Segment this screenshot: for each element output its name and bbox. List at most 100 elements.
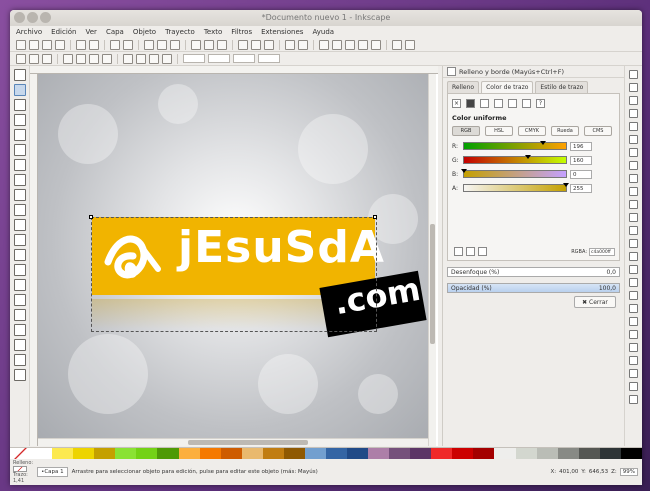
node-tool-icon[interactable] [14, 84, 26, 96]
opacity-slider[interactable]: Opacidad (%) 100,0 [447, 283, 620, 293]
menu-item-5[interactable]: Trayecto [165, 28, 195, 36]
channel-slider[interactable] [461, 169, 567, 178]
zoom-page-icon[interactable] [217, 39, 227, 50]
color-mode-3[interactable]: Rueda [551, 126, 579, 136]
slider-knob[interactable] [539, 141, 546, 145]
palette-swatch[interactable] [220, 448, 242, 459]
color-mode-4[interactable]: CMS [584, 126, 612, 136]
channel-value[interactable]: 255 [570, 183, 592, 193]
palette-swatch[interactable] [31, 448, 53, 459]
snap-toggle-icon[interactable] [629, 317, 638, 326]
selection-box[interactable] [91, 217, 377, 332]
pencil-tool-icon[interactable] [14, 219, 26, 231]
zoom-drawing-icon[interactable] [204, 39, 214, 50]
palette-swatch[interactable] [389, 448, 411, 459]
lower-icon[interactable] [149, 53, 159, 64]
rotate-cw-icon[interactable] [76, 53, 86, 64]
menu-item-0[interactable]: Archivo [16, 28, 42, 36]
tweak-tool-icon[interactable] [14, 99, 26, 111]
palette-swatch[interactable] [325, 448, 347, 459]
redo-icon[interactable] [123, 39, 133, 50]
lower-bottom-icon[interactable] [162, 53, 172, 64]
palette-swatch[interactable] [52, 448, 74, 459]
snap-toggle-icon[interactable] [629, 187, 638, 196]
text-tool-icon[interactable] [14, 264, 26, 276]
opacity-value[interactable]: 100,0 [599, 284, 616, 292]
dropper-tool-icon[interactable] [14, 354, 26, 366]
text-font-icon[interactable] [332, 39, 342, 50]
snap-toggle-icon[interactable] [629, 96, 638, 105]
menu-item-9[interactable]: Ayuda [312, 28, 334, 36]
tab-1[interactable]: Color de trazo [481, 81, 534, 93]
snap-toggle-icon[interactable] [629, 330, 638, 339]
xml-editor-icon[interactable] [358, 39, 368, 50]
unset-paint-button[interactable]: ? [536, 99, 545, 108]
flip-h-icon[interactable] [89, 53, 99, 64]
snap-toggle-icon[interactable] [629, 252, 638, 261]
w-spinbox[interactable] [233, 54, 255, 63]
ellipse-tool-icon[interactable] [14, 174, 26, 186]
palette-swatch[interactable] [515, 448, 537, 459]
palette-swatch[interactable] [304, 448, 326, 459]
palette-swatch[interactable] [473, 448, 495, 459]
connector-tool-icon[interactable] [14, 369, 26, 381]
radial-gradient-button[interactable] [494, 99, 503, 108]
channel-value[interactable]: 0 [570, 169, 592, 179]
palette-swatch[interactable] [599, 448, 621, 459]
palette-swatch[interactable] [410, 448, 432, 459]
pick-color-icon[interactable] [478, 247, 487, 256]
rotate-ccw-icon[interactable] [63, 53, 73, 64]
snap-toggle-icon[interactable] [629, 291, 638, 300]
scroll-thumb[interactable] [188, 440, 308, 445]
channel-value[interactable]: 160 [570, 155, 592, 165]
scroll-thumb[interactable] [430, 224, 435, 344]
layer-selector[interactable]: •Capa 1 [37, 467, 68, 477]
unlink-clone-icon[interactable] [264, 39, 274, 50]
snap-toggle-icon[interactable] [629, 148, 638, 157]
slider-knob[interactable] [525, 155, 532, 159]
x-spinbox[interactable] [183, 54, 205, 63]
menu-item-7[interactable]: Filtros [231, 28, 252, 36]
horizontal-scrollbar[interactable] [38, 438, 428, 446]
palette-swatch[interactable] [115, 448, 137, 459]
linear-gradient-button[interactable] [480, 99, 489, 108]
ungroup-icon[interactable] [298, 39, 308, 50]
tab-0[interactable]: Relleno [447, 81, 480, 93]
snap-toggle-icon[interactable] [629, 369, 638, 378]
palette-swatch[interactable] [241, 448, 263, 459]
snap-toggle-icon[interactable] [629, 278, 638, 287]
flat-color-button[interactable] [466, 99, 475, 108]
color-mode-0[interactable]: RGB [452, 126, 480, 136]
snap-toggle-icon[interactable] [629, 122, 638, 131]
preferences-icon[interactable] [392, 39, 402, 50]
menu-item-8[interactable]: Extensiones [261, 28, 303, 36]
palette-swatch[interactable] [536, 448, 558, 459]
fill-stroke-indicator[interactable]: Relleno: Trazo: 1,41 [13, 460, 33, 484]
pen-tool-icon[interactable] [14, 234, 26, 246]
undo-icon[interactable] [110, 39, 120, 50]
palette-swatch[interactable] [94, 448, 116, 459]
deselect-icon[interactable] [42, 53, 52, 64]
palette-swatch[interactable] [199, 448, 221, 459]
rgba-input[interactable]: c4a000ff [589, 248, 615, 256]
print-icon[interactable] [55, 39, 65, 50]
snap-toggle-icon[interactable] [629, 395, 638, 404]
slider-knob[interactable] [563, 183, 569, 187]
measure-tool-icon[interactable] [14, 129, 26, 141]
channel-slider[interactable] [463, 183, 569, 192]
palette-swatch[interactable] [368, 448, 390, 459]
clone-icon[interactable] [251, 39, 261, 50]
flip-v-icon[interactable] [102, 53, 112, 64]
palette-swatch[interactable] [494, 448, 516, 459]
snap-toggle-icon[interactable] [629, 135, 638, 144]
selection-handle[interactable] [373, 215, 377, 219]
snap-toggle-icon[interactable] [629, 200, 638, 209]
save-icon[interactable] [42, 39, 52, 50]
no-color-swatch[interactable] [10, 448, 32, 459]
snap-toggle-icon[interactable] [629, 161, 638, 170]
blur-slider[interactable]: Desenfoque (%) 0,0 [447, 267, 620, 277]
zoom-tool-icon[interactable] [14, 114, 26, 126]
h-spinbox[interactable] [258, 54, 280, 63]
palette-swatch[interactable] [347, 448, 369, 459]
star-tool-icon[interactable] [14, 189, 26, 201]
